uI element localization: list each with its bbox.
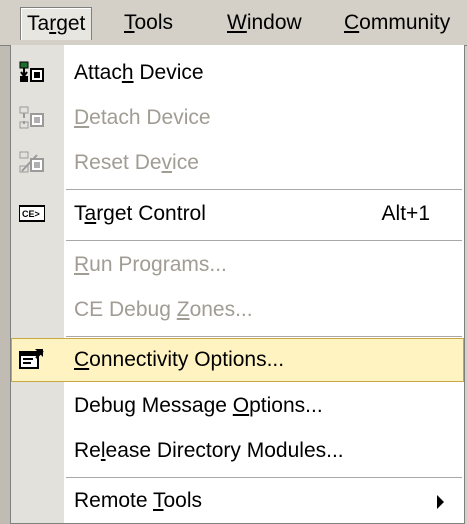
- menu-item-target-control[interactable]: CE> Target Control Alt+1: [11, 192, 464, 236]
- menu-item-label: Remote Tools: [74, 489, 203, 512]
- menu-item-connectivity-options[interactable]: Connectivity Options...: [11, 338, 464, 382]
- reset-device-icon: [19, 151, 44, 173]
- menu-item-label: Reset Device: [74, 151, 199, 174]
- target-dropdown-menu: Attach Device Detach Device Reset Device…: [10, 45, 465, 524]
- menu-item-debug-message-options[interactable]: Debug Message Options...: [11, 384, 464, 428]
- menu-separator: [66, 477, 462, 478]
- svg-text:CE>: CE>: [22, 209, 40, 219]
- menu-item-detach-device[interactable]: Detach Device: [11, 96, 464, 140]
- menu-item-run-programs[interactable]: Run Programs...: [11, 243, 464, 287]
- shortcut-label: Alt+1: [381, 202, 430, 225]
- menu-item-label: Detach Device: [74, 106, 211, 129]
- menu-item-label: CE Debug Zones...: [74, 298, 253, 321]
- menu-item-remote-tools[interactable]: Remote Tools: [11, 479, 464, 523]
- menu-window[interactable]: Window: [221, 7, 308, 39]
- menu-item-label: Target Control: [74, 202, 206, 225]
- submenu-arrow-icon: [437, 495, 444, 509]
- menu-tools[interactable]: Tools: [118, 7, 179, 39]
- menu-bar: Target Tools Window Community: [0, 0, 467, 46]
- menu-community[interactable]: Community: [338, 7, 456, 39]
- menu-item-label: Attach Device: [74, 61, 204, 84]
- menu-separator: [66, 240, 462, 241]
- menu-item-label: Connectivity Options...: [74, 348, 285, 371]
- attach-device-icon: [19, 61, 44, 82]
- menu-item-attach-device[interactable]: Attach Device: [11, 51, 464, 95]
- menu-item-label: Release Directory Modules...: [74, 439, 344, 462]
- background-window-edge: [0, 45, 10, 524]
- detach-device-icon: [19, 106, 44, 129]
- menu-separator: [66, 189, 462, 190]
- menu-item-label: Debug Message Options...: [74, 394, 323, 417]
- menu-item-label: Run Programs...: [74, 253, 227, 276]
- target-control-icon: CE>: [19, 205, 45, 222]
- menu-separator: [66, 336, 462, 337]
- menu-target[interactable]: Target: [20, 7, 93, 40]
- menu-item-ce-debug-zones[interactable]: CE Debug Zones...: [11, 288, 464, 332]
- menu-item-reset-device[interactable]: Reset Device: [11, 141, 464, 185]
- connectivity-options-icon: [19, 349, 44, 369]
- menu-item-release-directory-modules[interactable]: Release Directory Modules...: [11, 429, 464, 473]
